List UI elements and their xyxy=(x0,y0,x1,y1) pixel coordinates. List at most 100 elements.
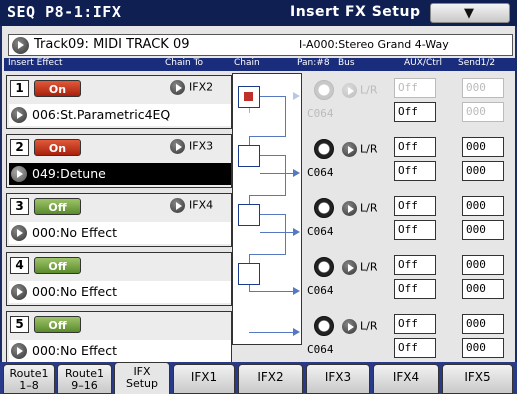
ifx-slot-2: 2 On IFX3 049:Detune xyxy=(6,134,232,188)
tab-sublabel: Setup xyxy=(125,377,159,390)
chain-line xyxy=(249,195,286,196)
track-popup-icon[interactable] xyxy=(12,37,29,54)
effect-popup-icon[interactable] xyxy=(11,284,27,300)
aux-select[interactable]: Off xyxy=(394,255,436,275)
track-selector[interactable]: Track09: MIDI TRACK 09 I-A000:Stereo Gra… xyxy=(8,34,513,56)
send2-field[interactable]: 000 xyxy=(462,102,504,122)
effect-popup-icon[interactable] xyxy=(11,343,27,359)
tab-ifx1[interactable]: IFX1 xyxy=(173,364,235,394)
ifx5-on-off-button[interactable]: Off xyxy=(34,316,81,333)
pan-knob-icon[interactable] xyxy=(314,80,334,100)
chain-line xyxy=(260,155,285,156)
ifx3-effect-select[interactable]: 000:No Effect xyxy=(9,222,231,244)
pan-knob-icon[interactable] xyxy=(314,198,334,218)
tab-ifx4[interactable]: IFX4 xyxy=(373,364,439,394)
slot-number: 4 xyxy=(10,257,29,274)
chain-line xyxy=(285,155,286,195)
ifx2-effect-select[interactable]: 049:Detune xyxy=(9,163,231,185)
chain-line xyxy=(249,136,250,145)
ifx1-chain-to[interactable]: IFX2 xyxy=(170,80,213,95)
ifx-slot-4: 4 Off 000:No Effect xyxy=(6,252,232,306)
tab-route1-1-8[interactable]: Route1 1–8 xyxy=(3,364,55,394)
ifx1-output-controls: C064 L/R Off Off 000 000 xyxy=(302,75,514,129)
track-name: Track09: MIDI TRACK 09 xyxy=(34,37,190,52)
pan-knob-icon[interactable] xyxy=(314,139,334,159)
ctrl-select[interactable]: Off xyxy=(394,279,436,299)
aux-select[interactable]: Off xyxy=(394,137,436,157)
bus-label: L/R xyxy=(360,142,378,156)
send2-field[interactable]: 000 xyxy=(462,220,504,240)
ifx3-on-off-button[interactable]: Off xyxy=(34,198,81,215)
bus-popup-icon[interactable] xyxy=(342,319,357,334)
ctrl-select[interactable]: Off xyxy=(394,220,436,240)
ifx4-effect-select[interactable]: 000:No Effect xyxy=(9,281,231,303)
bus-popup-icon[interactable] xyxy=(342,201,357,216)
chain-to-popup-icon[interactable] xyxy=(170,198,185,213)
chain-line xyxy=(285,214,286,254)
send2-field[interactable]: 000 xyxy=(462,279,504,299)
ctrl-select[interactable]: Off xyxy=(394,102,436,122)
ifx1-effect-select[interactable]: 006:St.Parametric4EQ xyxy=(9,104,231,126)
chain-line xyxy=(260,173,293,174)
chain-checkbox-4[interactable] xyxy=(238,263,260,285)
chain-checkbox-1[interactable] xyxy=(238,86,260,108)
effect-popup-icon[interactable] xyxy=(11,107,27,123)
chain-to-popup-icon[interactable] xyxy=(170,139,185,154)
tab-ifx5[interactable]: IFX5 xyxy=(442,364,513,394)
tab-ifx3[interactable]: IFX3 xyxy=(306,364,370,394)
chain-checkbox-3[interactable] xyxy=(238,204,260,226)
ifx1-on-off-button[interactable]: On xyxy=(34,80,81,97)
effect-name: 000:No Effect xyxy=(32,284,118,299)
chain-line xyxy=(249,332,293,333)
ifx2-on-off-button[interactable]: On xyxy=(34,139,81,156)
send1-field[interactable]: 000 xyxy=(462,196,504,216)
pan-value: C064 xyxy=(307,107,334,120)
main-panel: Track09: MIDI TRACK 09 I-A000:Stereo Gra… xyxy=(0,26,517,365)
bus-popup-icon[interactable] xyxy=(342,260,357,275)
effect-popup-icon[interactable] xyxy=(11,225,27,241)
ifx-slot-3: 3 Off IFX4 000:No Effect xyxy=(6,193,232,247)
send2-field[interactable]: 000 xyxy=(462,161,504,181)
chain-line xyxy=(285,96,286,136)
chain-to-popup-icon[interactable] xyxy=(170,80,185,95)
bus-select[interactable]: L/R xyxy=(342,142,377,157)
bus-popup-icon[interactable] xyxy=(342,83,357,98)
bus-select[interactable]: L/R xyxy=(342,260,377,275)
bus-select[interactable]: L/R xyxy=(342,83,377,98)
bus-select[interactable]: L/R xyxy=(342,201,377,216)
aux-select[interactable]: Off xyxy=(394,314,436,334)
chain-checkbox-2[interactable] xyxy=(238,145,260,167)
tab-route1-9-16[interactable]: Route1 9–16 xyxy=(57,364,112,394)
send1-field[interactable]: 000 xyxy=(462,78,504,98)
send2-field[interactable]: 000 xyxy=(462,338,504,358)
ctrl-select[interactable]: Off xyxy=(394,161,436,181)
ifx2-chain-to[interactable]: IFX3 xyxy=(170,139,213,154)
chevron-down-icon: ▼ xyxy=(464,6,474,21)
send1-field[interactable]: 000 xyxy=(462,137,504,157)
ctrl-select[interactable]: Off xyxy=(394,338,436,358)
chain-line xyxy=(249,136,286,137)
aux-select[interactable]: Off xyxy=(394,196,436,216)
effect-popup-icon[interactable] xyxy=(11,166,27,182)
bus-popup-icon[interactable] xyxy=(342,142,357,157)
send1-field[interactable]: 000 xyxy=(462,255,504,275)
slot-number: 2 xyxy=(10,139,29,156)
ifx4-on-off-button[interactable]: Off xyxy=(34,257,81,274)
ifx5-effect-select[interactable]: 000:No Effect xyxy=(9,340,231,362)
bus-select[interactable]: L/R xyxy=(342,319,377,334)
bus-label: L/R xyxy=(360,319,378,333)
ifx3-output-controls: C064 L/R Off Off 000 000 xyxy=(302,193,514,247)
pan-knob-icon[interactable] xyxy=(314,316,334,336)
send1-field[interactable]: 000 xyxy=(462,314,504,334)
pan-knob-icon[interactable] xyxy=(314,257,334,277)
aux-select[interactable]: Off xyxy=(394,78,436,98)
page-title: Insert FX Setup xyxy=(290,4,421,20)
ifx3-chain-to[interactable]: IFX4 xyxy=(170,198,213,213)
slot-number: 1 xyxy=(10,80,29,97)
tab-ifx2[interactable]: IFX2 xyxy=(238,364,303,394)
pan-value: C064 xyxy=(307,166,334,179)
page-menu-button[interactable]: ▼ xyxy=(430,3,510,23)
tab-ifx-setup[interactable]: IFX Setup xyxy=(114,362,170,394)
chain-line xyxy=(249,195,250,204)
bus-label: L/R xyxy=(360,83,378,97)
